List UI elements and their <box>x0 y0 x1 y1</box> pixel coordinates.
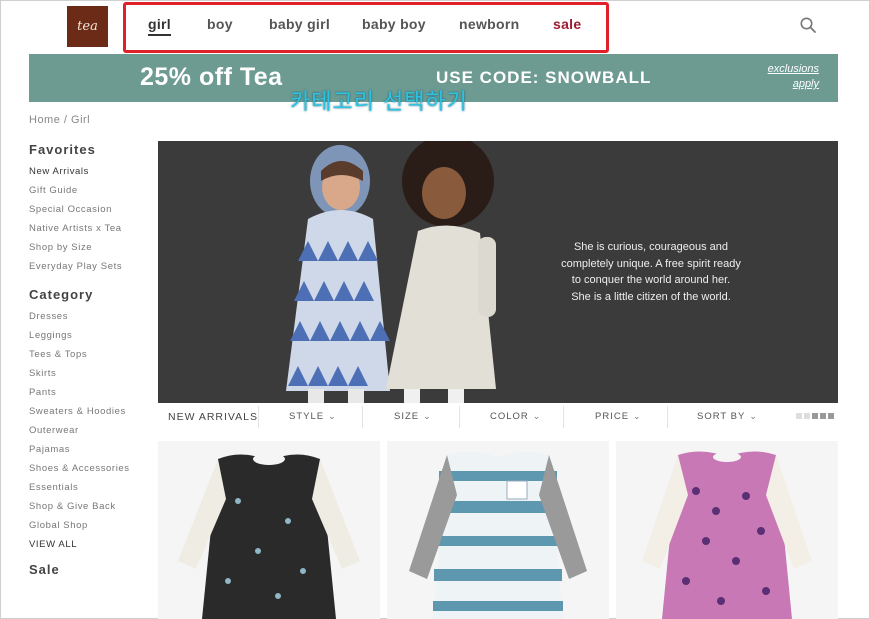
chevron-down-icon: ⌄ <box>328 411 337 421</box>
favorites-heading: Favorites <box>29 142 96 157</box>
favorites-list: New Arrivals Gift Guide Special Occasion… <box>29 166 122 280</box>
chevron-down-icon: ⌄ <box>423 411 432 421</box>
sidebar-item-skirts[interactable]: Skirts <box>29 368 130 387</box>
sidebar-item-view-all[interactable]: VIEW ALL <box>29 539 130 556</box>
grid-small-icon[interactable] <box>804 413 810 419</box>
grid-small-icon[interactable] <box>796 413 802 419</box>
sidebar-item-shop-by-size[interactable]: Shop by Size <box>29 242 122 261</box>
sidebar-item-shoes-accessories[interactable]: Shoes & Accessories <box>29 463 130 482</box>
product-card[interactable] <box>158 441 380 619</box>
grid-large-icon[interactable] <box>812 413 818 419</box>
sidebar-item-global-shop[interactable]: Global Shop <box>29 520 130 539</box>
product-image <box>642 451 812 619</box>
hero-banner: She is curious, courageous and completel… <box>158 141 838 403</box>
promo-headline: 25% off Tea <box>140 63 283 91</box>
filter-label: SIZE <box>394 411 420 422</box>
hero-line: completely unique. A free spirit ready <box>561 257 741 270</box>
hero-tagline: She is curious, courageous and completel… <box>541 239 761 305</box>
divider <box>667 406 668 428</box>
annotation-caption: 카테고리 선택하기 <box>290 90 468 115</box>
grid-view-toggle[interactable] <box>796 413 834 419</box>
product-card[interactable] <box>616 441 838 619</box>
search-icon[interactable] <box>799 16 817 34</box>
sidebar-item-new-arrivals[interactable]: New Arrivals <box>29 166 122 185</box>
divider <box>362 406 363 428</box>
product-image <box>409 451 587 619</box>
filter-bar: NEW ARRIVALS STYLE ⌄ SIZE ⌄ COLOR ⌄ PRICE ⌄ … <box>158 404 838 430</box>
filter-style[interactable]: STYLE ⌄ <box>289 411 337 422</box>
hero-line: She is a little citizen of the world. <box>571 290 731 303</box>
promo-code: USE CODE: SNOWBALL <box>436 68 652 87</box>
grid-large-icon[interactable] <box>820 413 826 419</box>
chevron-down-icon: ⌄ <box>749 411 758 421</box>
divider <box>459 406 460 428</box>
sidebar-item-dresses[interactable]: Dresses <box>29 311 130 330</box>
filter-label: COLOR <box>490 411 529 422</box>
filter-label: SORT BY <box>697 411 746 422</box>
hero-line: to conquer the world around her. <box>571 274 731 286</box>
sidebar-item-tees-tops[interactable]: Tees & Tops <box>29 349 130 368</box>
sale-heading[interactable]: Sale <box>29 562 60 577</box>
product-image <box>178 453 360 619</box>
category-list: Dresses Leggings Tees & Tops Skirts Pant… <box>29 311 130 556</box>
filter-label: PRICE <box>595 411 630 422</box>
filter-price[interactable]: PRICE ⌄ <box>595 411 642 422</box>
filter-color[interactable]: COLOR ⌄ <box>490 411 541 422</box>
sidebar-item-outerwear[interactable]: Outerwear <box>29 425 130 444</box>
grid-large-icon[interactable] <box>828 413 834 419</box>
nav-highlight-box <box>123 2 609 53</box>
sidebar-item-gift-guide[interactable]: Gift Guide <box>29 185 122 204</box>
filter-label: STYLE <box>289 411 325 422</box>
sidebar-item-native-artists[interactable]: Native Artists x Tea <box>29 223 122 242</box>
sidebar-item-pants[interactable]: Pants <box>29 387 130 406</box>
results-title: NEW ARRIVALS <box>168 411 258 423</box>
breadcrumb: Home / Girl <box>29 114 91 126</box>
sidebar-item-leggings[interactable]: Leggings <box>29 330 130 349</box>
hero-line: She is curious, courageous and <box>573 241 729 253</box>
sidebar-item-essentials[interactable]: Essentials <box>29 482 130 501</box>
product-card[interactable] <box>387 441 609 619</box>
sidebar-item-everyday-play-sets[interactable]: Everyday Play Sets <box>29 261 122 280</box>
divider <box>563 406 564 428</box>
sort-by[interactable]: SORT BY ⌄ <box>697 411 758 422</box>
chevron-down-icon: ⌄ <box>633 411 642 421</box>
sidebar-item-shop-give-back[interactable]: Shop & Give Back <box>29 501 130 520</box>
sidebar-item-sweaters-hoodies[interactable]: Sweaters & Hoodies <box>29 406 130 425</box>
chevron-down-icon: ⌄ <box>532 411 542 421</box>
sidebar-item-pajamas[interactable]: Pajamas <box>29 444 130 463</box>
category-heading: Category <box>29 287 94 302</box>
sidebar-item-special-occasion[interactable]: Special Occasion <box>29 204 122 223</box>
exclusions-link[interactable]: exclusions <box>768 63 819 75</box>
divider <box>258 406 259 428</box>
filter-size[interactable]: SIZE ⌄ <box>394 411 432 422</box>
apply-link[interactable]: apply <box>793 78 819 90</box>
